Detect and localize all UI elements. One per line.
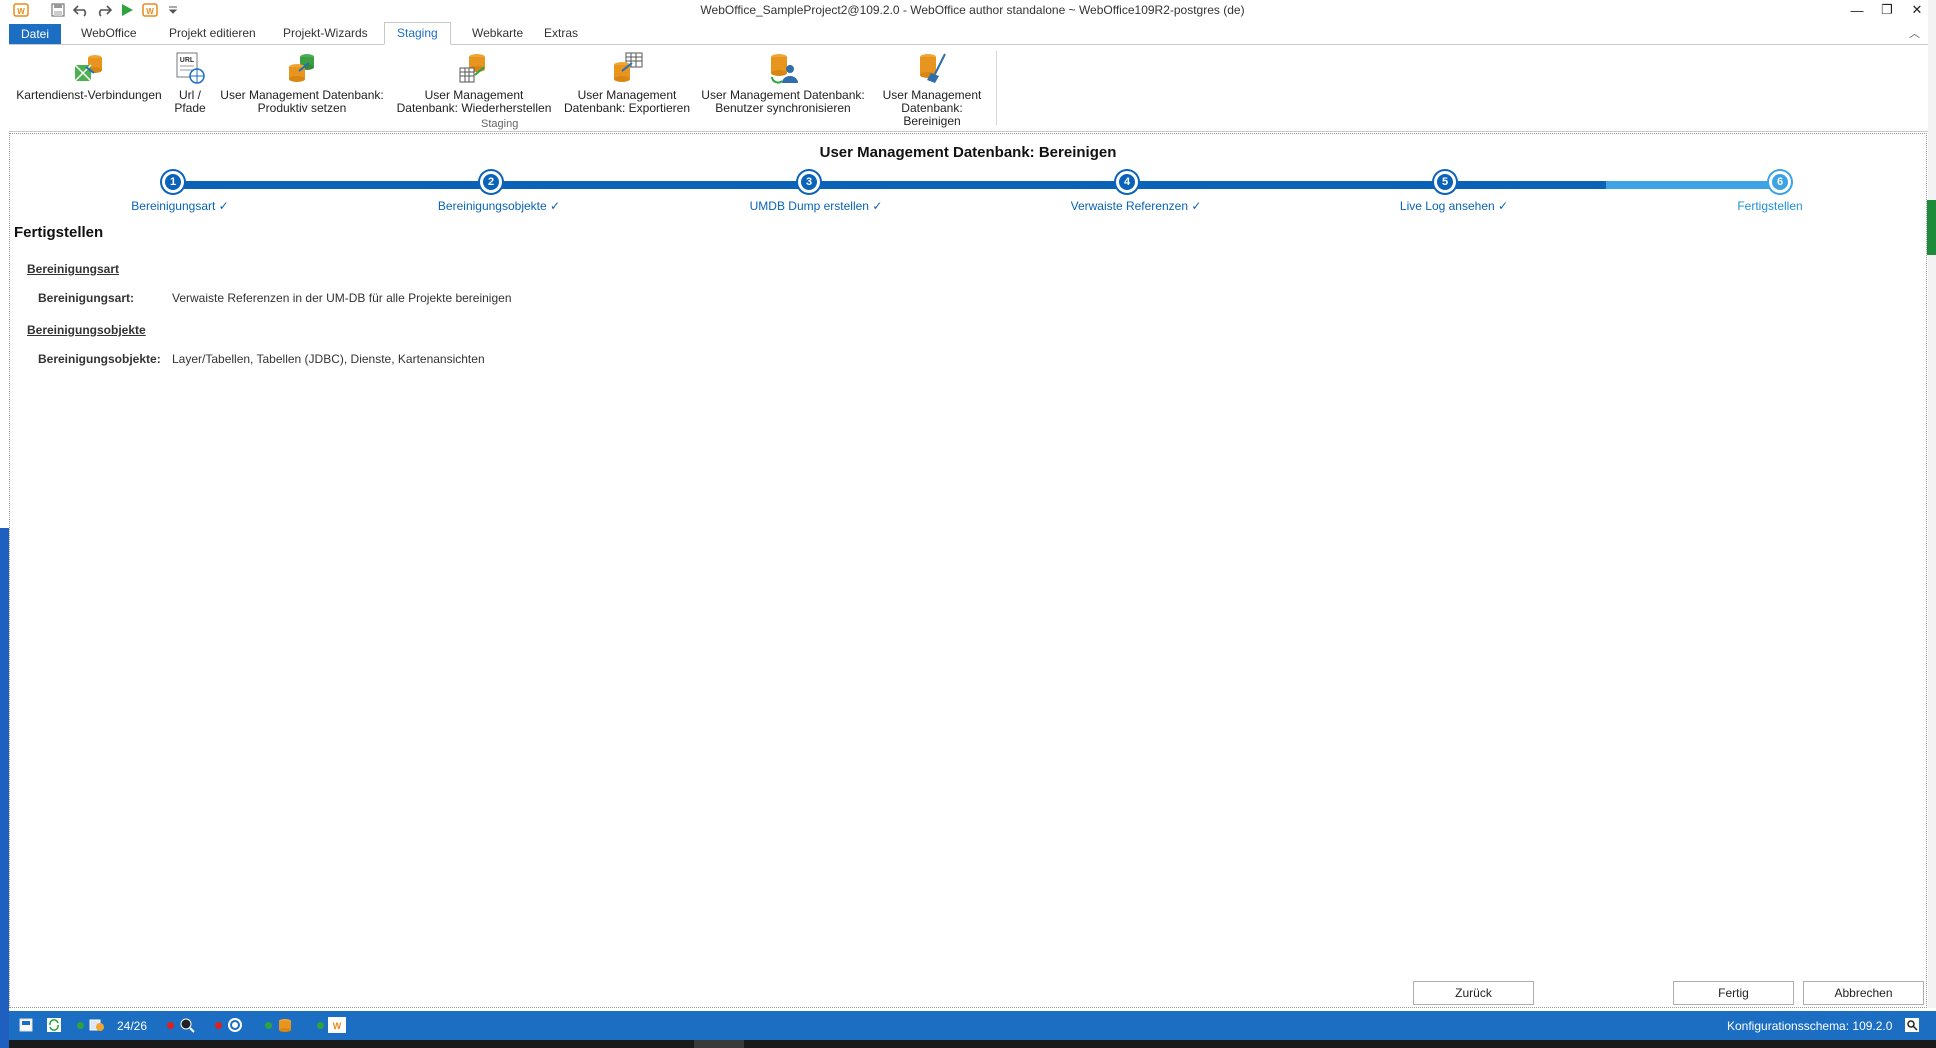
- ribbon-tabs: Datei WebOffice Projekt editieren Projek…: [9, 22, 1936, 45]
- database-publish-icon: [285, 51, 319, 85]
- step-5-node[interactable]: 5: [1434, 171, 1456, 193]
- taskbar-active-app[interactable]: [694, 1040, 744, 1048]
- step-1-node[interactable]: 1: [162, 171, 184, 193]
- summary-value-bereinigungsobjekte: Layer/Tabellen, Tabellen (JDBC), Dienste…: [172, 352, 485, 366]
- button-label-2: Datenbank: Wiederherstellen: [396, 101, 552, 115]
- database-icon: [276, 1016, 294, 1034]
- tab-datei[interactable]: Datei: [9, 24, 62, 44]
- status-item-project[interactable]: [17, 1016, 35, 1034]
- tab-extras[interactable]: Extras: [532, 23, 590, 43]
- database-export-icon: [610, 51, 644, 85]
- ribbon-group-separator: [996, 51, 997, 125]
- ribbon-staging-panel: Kartendienst-Verbindungen URL Url / Pfad…: [9, 45, 1936, 132]
- step-2-label[interactable]: Bereinigungsobjekte ✓: [438, 199, 560, 213]
- status-item-web[interactable]: [215, 1016, 244, 1034]
- database-restore-icon: [457, 51, 491, 85]
- wizard-stepper: 1 2 3 4 5 6 Bereinigungsart ✓ Bereinigun…: [10, 168, 1928, 213]
- desktop-background-blue: [0, 528, 9, 1048]
- umdb-benutzer-synchronisieren-button[interactable]: User Management Datenbank: Benutzer sync…: [697, 51, 869, 115]
- kartendienst-verbindungen-button[interactable]: Kartendienst-Verbindungen: [15, 51, 163, 102]
- button-label-2: Datenbank: Bereinigen: [901, 101, 963, 128]
- map-service-connection-icon: [72, 51, 106, 85]
- window-title: WebOffice_SampleProject2@109.2.0 - WebOf…: [700, 3, 1245, 17]
- status-counter: 24/26: [117, 1019, 148, 1033]
- minimize-button[interactable]: —: [1842, 0, 1872, 20]
- tab-webkarte[interactable]: Webkarte: [460, 23, 535, 43]
- database-cleanup-broom-icon: [915, 51, 949, 85]
- summary-heading-bereinigungsobjekte: Bereinigungsobjekte: [27, 323, 146, 337]
- url-pfade-button[interactable]: URL Url / Pfade: [170, 51, 210, 115]
- stepper-track-done: [173, 181, 1616, 189]
- tab-staging[interactable]: Staging: [384, 22, 451, 45]
- status-item-weboffice[interactable]: W: [317, 1016, 346, 1034]
- step-2-node[interactable]: 2: [480, 171, 502, 193]
- summary-key-bereinigungsart: Bereinigungsart:: [38, 291, 135, 305]
- step-4-label[interactable]: Verwaiste Referenzen ✓: [1071, 199, 1202, 213]
- title-bar: W W WebOffice_SampleProject2@109.2.0 - W…: [9, 0, 1936, 22]
- restore-button[interactable]: ❐: [1872, 0, 1902, 20]
- os-taskbar: [9, 1040, 1936, 1048]
- status-item-database[interactable]: [265, 1016, 294, 1034]
- status-ok-dot: [77, 1021, 84, 1029]
- configuration-schema: Konfigurationsschema: 109.2.0: [1727, 1019, 1893, 1033]
- tab-weboffice[interactable]: WebOffice: [69, 23, 149, 43]
- umdb-exportieren-button[interactable]: User Management Datenbank: Exportieren: [562, 51, 692, 115]
- refresh-icon: [45, 1016, 63, 1034]
- wizard-panel: User Management Datenbank: Bereinigen 1 …: [9, 133, 1927, 1008]
- step-3-node[interactable]: 3: [798, 171, 820, 193]
- umdb-bereinigen-button[interactable]: User Management Datenbank: Bereinigen: [875, 51, 989, 128]
- desktop-edge-green: [1927, 200, 1936, 255]
- project-icon: [17, 1016, 35, 1034]
- step-6-label[interactable]: Fertigstellen: [1737, 199, 1802, 213]
- step-6-node[interactable]: 6: [1769, 171, 1791, 193]
- cancel-button[interactable]: Abbrechen: [1803, 981, 1924, 1005]
- zoom-icon: [1903, 1016, 1921, 1034]
- status-ok-dot: [265, 1021, 272, 1029]
- step-5-label[interactable]: Live Log ansehen ✓: [1400, 199, 1508, 213]
- button-label-2: Datenbank: Exportieren: [563, 101, 691, 115]
- button-label-2: Pfade: [174, 101, 206, 115]
- wizard-title: User Management Datenbank: Bereinigen: [819, 144, 1117, 161]
- back-button[interactable]: Zurück: [1413, 981, 1534, 1005]
- umdb-produktiv-setzen-button[interactable]: User Management Datenbank: Produktiv set…: [217, 51, 387, 115]
- status-item-refresh[interactable]: [45, 1016, 63, 1034]
- summary-heading-bereinigungsart: Bereinigungsart: [27, 262, 120, 276]
- status-bar: 24/26 W Konfigurationsschema: 109.2.0: [9, 1011, 1936, 1040]
- summary-value-bereinigungsart: Verwaiste Referenzen in der UM-DB für al…: [172, 291, 512, 305]
- window-controls: — ❐ ✕: [1842, 0, 1932, 20]
- status-ok-dot: [317, 1021, 324, 1029]
- app-window: W W WebOffice_SampleProject2@109.2.0 - W…: [9, 0, 1936, 1048]
- weboffice-logo-icon: W: [328, 1016, 346, 1034]
- status-error-dot: [167, 1021, 174, 1029]
- umdb-wiederherstellen-button[interactable]: User Management Datenbank: Wiederherstel…: [393, 51, 555, 115]
- tab-projekt-wizards[interactable]: Projekt-Wizards: [271, 23, 380, 43]
- step-4-node[interactable]: 4: [1116, 171, 1138, 193]
- svg-text:URL: URL: [180, 57, 195, 64]
- step-3-label[interactable]: UMDB Dump erstellen ✓: [750, 199, 883, 213]
- finish-button[interactable]: Fertig: [1673, 981, 1794, 1005]
- svg-text:W: W: [333, 1021, 342, 1031]
- layers-icon: [88, 1016, 106, 1034]
- status-item-search[interactable]: [167, 1016, 196, 1034]
- scrollbar-track[interactable]: [1928, 0, 1936, 1008]
- stepper-track-current: [1606, 181, 1780, 189]
- desktop-background: [0, 0, 9, 528]
- status-item-layers[interactable]: [77, 1016, 106, 1034]
- status-item-zoom[interactable]: [1903, 1016, 1921, 1034]
- database-user-sync-icon: [766, 51, 800, 85]
- button-label-2: Benutzer synchronisieren: [715, 101, 851, 115]
- collapse-ribbon-icon[interactable]: ︿: [1909, 25, 1920, 41]
- summary-key-bereinigungsobjekte: Bereinigungsobjekte:: [38, 352, 161, 366]
- button-label: Kartendienst-Verbindungen: [16, 88, 162, 102]
- section-title: Fertigstellen: [14, 224, 104, 241]
- search-service-icon: [178, 1016, 196, 1034]
- ribbon-group-label: Staging: [481, 118, 519, 130]
- status-error-dot: [215, 1021, 222, 1029]
- step-1-label[interactable]: Bereinigungsart ✓: [131, 199, 228, 213]
- button-label-2: Produktiv setzen: [257, 101, 347, 115]
- globe-icon: [226, 1016, 244, 1034]
- tab-projekt-editieren[interactable]: Projekt editieren: [157, 23, 268, 43]
- url-globe-icon: URL: [173, 51, 207, 85]
